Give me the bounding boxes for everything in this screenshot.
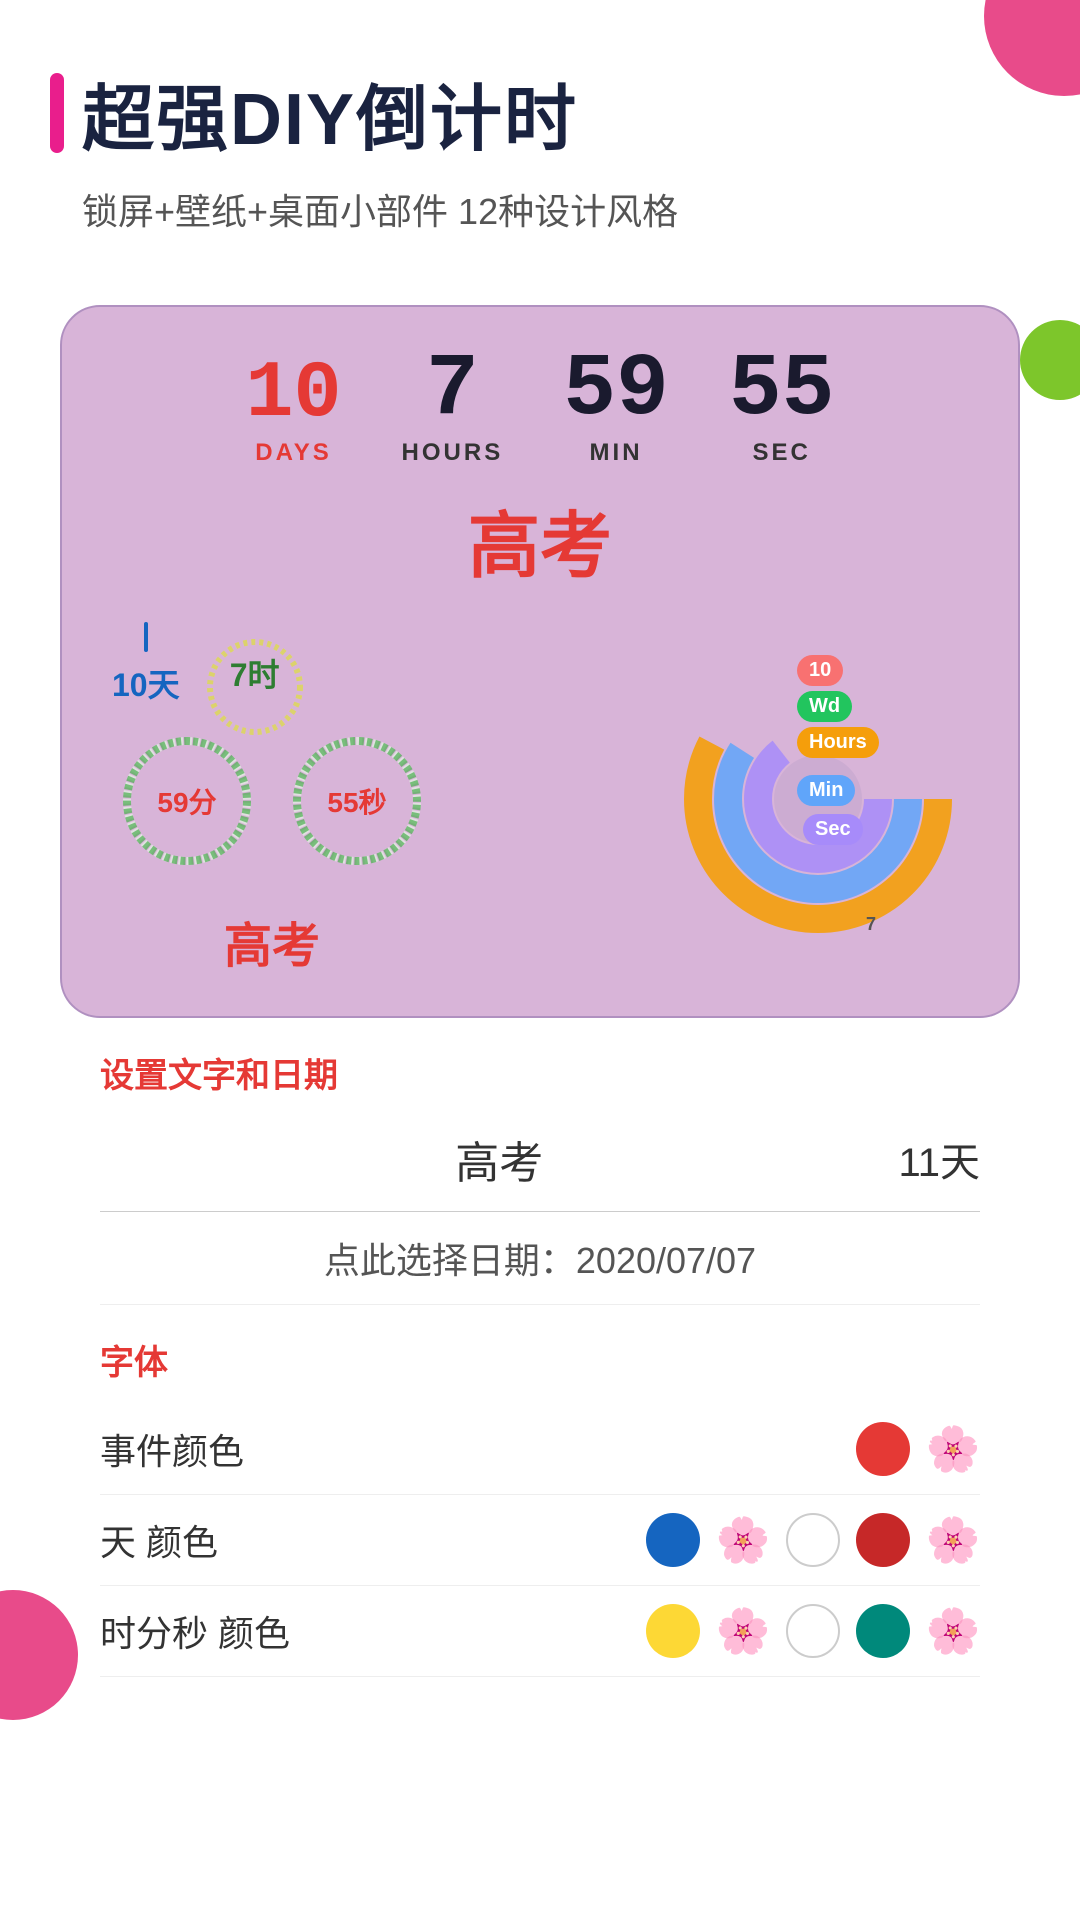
donut-sec-label: Sec [803, 814, 863, 845]
app-subtitle: 锁屏+壁纸+桌面小部件 12种设计风格 [82, 183, 1030, 235]
sec-unit: 55 SEC [729, 347, 835, 467]
event-color-flower[interactable]: 🌸 [926, 1422, 980, 1476]
page-wrapper: 超强DIY倒计时 锁屏+壁纸+桌面小部件 12种设计风格 10 DAYS 7 H… [0, 0, 1080, 1920]
date-selector[interactable]: 点此选择日期：2020/07/07 [100, 1232, 980, 1305]
event-name-large: 高考 [102, 487, 978, 592]
min-number: 59 [563, 347, 669, 435]
day-color-flower1[interactable]: 🌸 [716, 1513, 770, 1567]
event-input-text[interactable]: 高考 [100, 1127, 898, 1191]
days-label: DAYS [255, 439, 331, 467]
day-color-dot-blue[interactable] [646, 1513, 700, 1567]
event-color-row: 事件颜色 🌸 [100, 1404, 980, 1495]
bottom-section: 设置文字和日期 高考 11天 点此选择日期：2020/07/07 字体 事件颜色… [60, 1018, 1020, 1707]
donut-wd-label: Wd [797, 691, 852, 722]
hours-unit: 7 HOURS [402, 347, 504, 467]
hms-color-dot-yellow[interactable] [646, 1604, 700, 1658]
day-color-flower2[interactable]: 🌸 [926, 1513, 980, 1567]
widget-days-text: 10天 [112, 660, 180, 706]
days-number: 10 [246, 355, 342, 435]
day-color-dot-white[interactable] [786, 1513, 840, 1567]
min-label: MIN [590, 439, 643, 467]
event-input-row[interactable]: 高考 11天 [100, 1127, 980, 1212]
min-unit: 59 MIN [563, 347, 669, 467]
app-title: 超强DIY倒计时 [82, 60, 578, 165]
widget-row-top: 10天 7时 [112, 622, 432, 706]
widget-hours-text: 7时 [230, 650, 280, 696]
hms-color-flower2[interactable]: 🌸 [926, 1604, 980, 1658]
day-color-label: 天 颜色 [100, 1514, 646, 1566]
hms-color-label: 时分秒 颜色 [100, 1605, 646, 1657]
main-card: 10 DAYS 7 HOURS 59 MIN 55 SEC 高考 [60, 305, 1020, 1018]
day-color-dot-darkred[interactable] [856, 1513, 910, 1567]
widget-event-name: 高考 [112, 906, 432, 976]
event-color-dots: 🌸 [856, 1422, 980, 1476]
hours-label: HOURS [402, 439, 504, 467]
day-color-row: 天 颜色 🌸 🌸 [100, 1495, 980, 1586]
sec-label: SEC [752, 439, 810, 467]
hms-color-dots: 🌸 🌸 [646, 1604, 980, 1658]
donut-num7-label: 7 [854, 910, 888, 939]
sec-number: 55 [729, 347, 835, 435]
hms-color-row: 时分秒 颜色 🌸 🌸 [100, 1586, 980, 1677]
hours-number: 7 [426, 347, 479, 435]
widget-mins-label: 59分 [157, 781, 216, 821]
widget-mins: 59分 [112, 726, 262, 876]
donut-hours-label: Hours [797, 727, 879, 758]
hms-color-dot-teal[interactable] [856, 1604, 910, 1658]
donut-chart: 10 Wd Hours Min Sec 7 [668, 649, 968, 949]
left-widgets: 10天 7时 [112, 622, 432, 976]
pink-accent-bar [50, 73, 64, 153]
header-title-row: 超强DIY倒计时 [50, 60, 1030, 165]
day-color-dots: 🌸 🌸 [646, 1513, 980, 1567]
hms-color-dot-white[interactable] [786, 1604, 840, 1658]
event-color-dot-red[interactable] [856, 1422, 910, 1476]
timer-row: 10 DAYS 7 HOURS 59 MIN 55 SEC [102, 347, 978, 467]
widget-secs: 55秒 [282, 726, 432, 876]
deco-circle-green [1020, 320, 1080, 400]
donut-days-label: 10 [797, 655, 843, 686]
donut-labels: 10 Wd Hours Min Sec 7 [668, 649, 968, 949]
donut-min-label: Min [797, 775, 855, 806]
widget-secs-label: 55秒 [327, 781, 386, 821]
header: 超强DIY倒计时 锁屏+壁纸+桌面小部件 12种设计风格 [0, 0, 1080, 265]
event-color-label: 事件颜色 [100, 1423, 856, 1475]
days-unit: 10 DAYS [246, 355, 342, 467]
settings-label: 设置文字和日期 [100, 1048, 980, 1097]
days-count: 11天 [898, 1130, 980, 1188]
hms-color-flower1[interactable]: 🌸 [716, 1604, 770, 1658]
font-section-label: 字体 [100, 1335, 980, 1384]
widget-area: 10天 7时 [102, 622, 978, 976]
widget-row-bottom: 59分 55秒 [112, 726, 432, 876]
